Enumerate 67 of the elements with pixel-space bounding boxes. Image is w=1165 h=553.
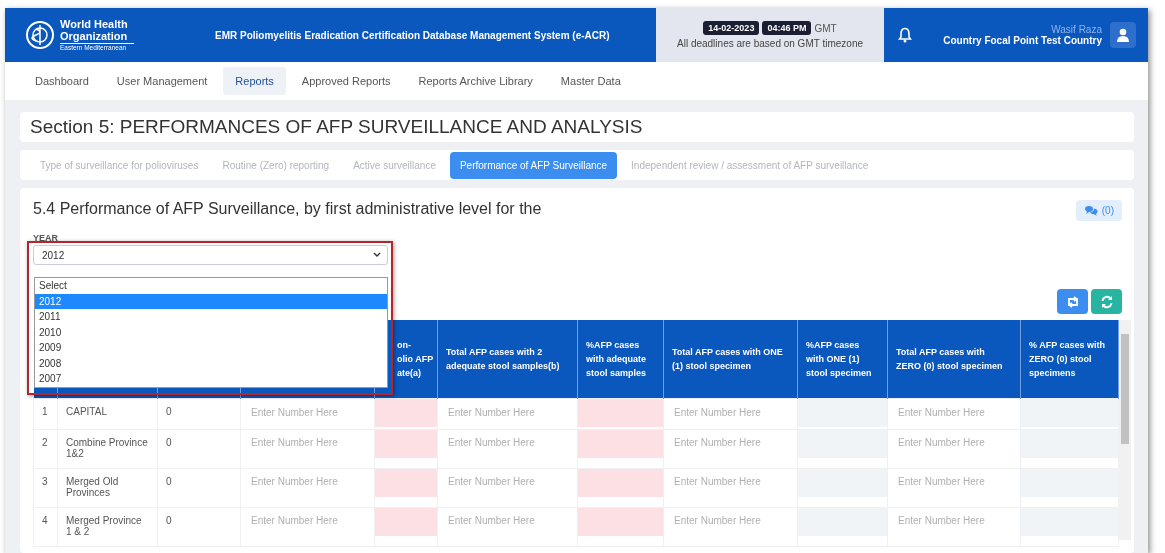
column-header: Total AFP cases with ZERO (0) stool specimen: [887, 320, 1021, 399]
user-role: Country Focal Point Test Country: [943, 35, 1102, 46]
number-input[interactable]: Enter Number Here: [664, 508, 797, 546]
column-header: % AFP cases with ZERO (0) stool specimens: [1020, 320, 1119, 399]
table-cell-text: 0: [165, 405, 173, 419]
region-name: CAPITAL: [65, 405, 108, 419]
timezone-label: GMT: [814, 22, 837, 34]
user-name: Wasif Raza: [1051, 24, 1102, 35]
time-badge: 04:46 PM: [762, 21, 812, 35]
emblem-icon: [25, 20, 55, 50]
nav-tab[interactable]: Dashboard: [23, 67, 101, 95]
number-input[interactable]: Enter Number Here: [438, 399, 577, 429]
nav-tab[interactable]: User Management: [104, 67, 220, 95]
column-header: Total AFP cases with 2 adequate stool samples(b): [437, 320, 578, 399]
date-badge: 14-02-2023: [703, 21, 760, 35]
chat-icon: [1083, 205, 1098, 216]
table-cell-text: 0: [165, 436, 173, 450]
table-cell-text: 0: [165, 475, 173, 489]
number-input[interactable]: Enter Number Here: [438, 430, 577, 468]
column-header: Total AFP cases with ONE (1) stool specimen: [663, 320, 798, 399]
number-input[interactable]: Enter Number Here: [241, 430, 374, 468]
column-header: %AFP cases with adequate stool samples: [577, 320, 664, 399]
number-input[interactable]: Enter Number Here: [241, 399, 374, 429]
number-input[interactable]: Enter Number Here: [438, 508, 577, 546]
number-input[interactable]: Enter Number Here: [664, 469, 797, 507]
row-number: 1: [41, 405, 49, 419]
avatar-icon[interactable]: [1110, 22, 1136, 48]
app-title: EMR Poliomyelitis Eradication Certification Database Management System (e-ACR): [215, 29, 610, 41]
number-input[interactable]: Enter Number Here: [888, 469, 1020, 507]
nav-tab[interactable]: Master Data: [548, 67, 633, 95]
region-name: Merged Old Provinces: [65, 475, 120, 500]
year-select[interactable]: 2012: [33, 245, 388, 265]
refresh-icon: [1099, 294, 1114, 309]
region-name: Combine Province 1&2: [65, 436, 149, 461]
rate-cell: [375, 508, 437, 536]
row-number: 3: [41, 475, 49, 489]
year-label: YEAR: [33, 233, 59, 243]
number-input[interactable]: Enter Number Here: [664, 430, 797, 468]
number-input[interactable]: Enter Number Here: [241, 469, 374, 507]
number-input[interactable]: Enter Number Here: [664, 399, 797, 429]
year-option[interactable]: Select: [35, 278, 387, 294]
number-input[interactable]: Enter Number Here: [888, 430, 1020, 468]
number-input[interactable]: Enter Number Here: [438, 469, 577, 507]
chevron-icon: [373, 252, 381, 258]
rate-cell: [375, 399, 437, 427]
swap-icon: [1065, 295, 1080, 308]
rate-cell: [375, 430, 437, 458]
scrollbar[interactable]: [1119, 320, 1131, 540]
org-name: World Health Organization: [60, 18, 129, 42]
table-cell-text: 0: [165, 514, 173, 528]
number-input[interactable]: Enter Number Here: [888, 508, 1020, 546]
region-name: Merged Province 1 & 2: [65, 514, 143, 539]
row-number: 4: [41, 514, 49, 528]
number-input[interactable]: Enter Number Here: [241, 508, 374, 546]
refresh-button[interactable]: [1091, 289, 1122, 314]
rate-cell: [375, 469, 437, 497]
swap-button[interactable]: [1057, 289, 1088, 314]
card-title: 5.4 Performance of AFP Surveillance, by first administrative level for the: [33, 200, 542, 218]
nav-tab[interactable]: Reports Archive Library: [406, 67, 545, 95]
bell-icon[interactable]: [898, 27, 912, 43]
section-title: Section 5: PERFORMANCES OF AFP SURVEILLANCE AND ANALYSIS: [30, 116, 643, 137]
column-header: %AFP cases with ONE (1) stool specimen: [797, 320, 888, 399]
number-input[interactable]: Enter Number Here: [888, 399, 1020, 429]
nav-tab[interactable]: Reports: [223, 67, 286, 95]
deadline-note: All deadlines are based on GMT timezone: [677, 38, 863, 49]
row-number: 2: [41, 436, 49, 450]
nav-tab[interactable]: Approved Reports: [289, 67, 403, 95]
